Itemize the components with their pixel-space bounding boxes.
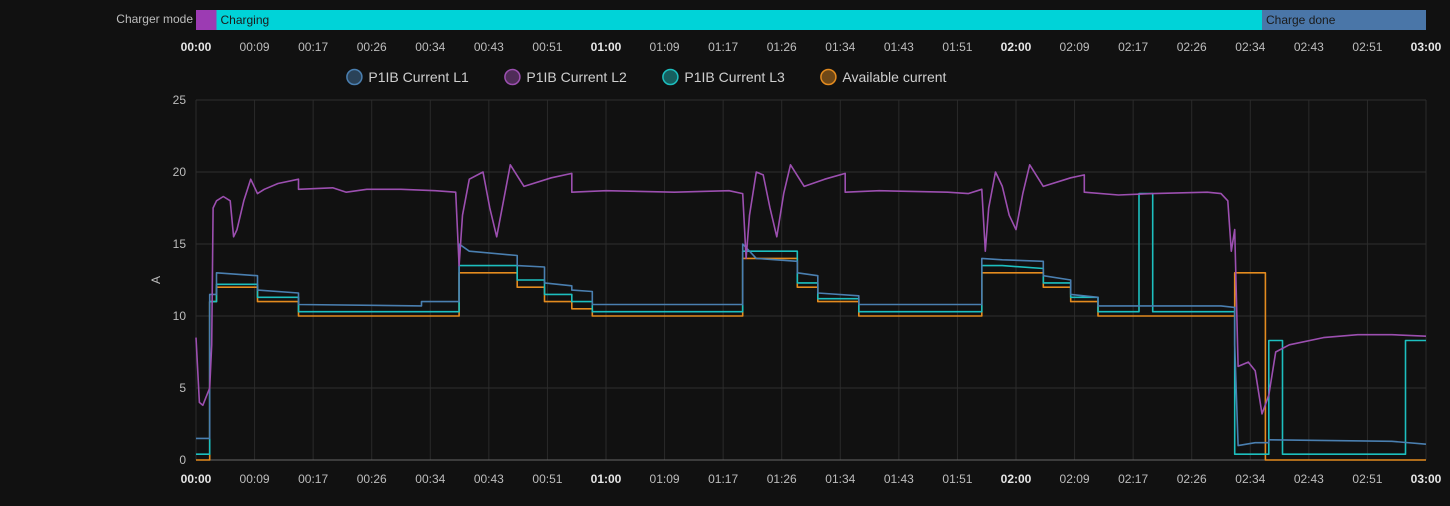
timeline-tick-label: 01:09	[650, 40, 680, 54]
legend-swatch	[662, 68, 679, 86]
x-tick-label: 01:26	[767, 472, 797, 486]
x-tick-label: 02:34	[1235, 472, 1265, 486]
x-tick-label: 01:00	[591, 472, 622, 486]
x-tick-label: 01:17	[708, 472, 738, 486]
legend-label: P1IB Current L1	[368, 69, 469, 85]
timeline-tick-label: 00:51	[532, 40, 562, 54]
x-tick-label: 01:51	[942, 472, 972, 486]
x-tick-label: 00:17	[298, 472, 328, 486]
timeline-segment-label: Charge done	[1266, 13, 1336, 27]
timeline-tick-label: 01:51	[942, 40, 972, 54]
timeline-segment-label: Charging	[221, 13, 270, 27]
timeline-segment-0[interactable]	[196, 10, 217, 30]
timeline-tick-label: 01:00	[591, 40, 622, 54]
x-tick-label: 02:43	[1294, 472, 1324, 486]
legend-item[interactable]: Available current	[820, 68, 947, 86]
x-tick-label: 01:09	[650, 472, 680, 486]
legend-label: P1IB Current L3	[684, 69, 785, 85]
timeline-segment-1[interactable]	[216, 10, 1263, 30]
y-tick-label: 15	[173, 237, 187, 251]
legend-swatch	[820, 68, 837, 86]
y-tick-label: 20	[173, 165, 187, 179]
y-tick-label: 10	[173, 309, 187, 323]
timeline-tick-label: 00:00	[181, 40, 212, 54]
timeline-tick-label: 00:17	[298, 40, 328, 54]
x-tick-label: 01:34	[825, 472, 855, 486]
y-tick-label: 25	[173, 93, 187, 107]
timeline-tick-label: 02:34	[1235, 40, 1265, 54]
charger-mode-timeline: Charger mode Charging Charge done 00:00 00…	[116, 10, 1442, 54]
timeline-tick-label: 02:17	[1118, 40, 1148, 54]
series-line-p1ib-current-l2	[195, 164, 1427, 415]
timeline-tick-label: 01:34	[825, 40, 855, 54]
chart-series	[195, 164, 1427, 461]
y-axis-title: A	[149, 276, 163, 284]
current-chart: P1IB Current L1 P1IB Current L2 P1IB Curre…	[149, 68, 1442, 486]
timeline-segments: Charging Charge done	[196, 10, 1426, 30]
legend-label: P1IB Current L2	[526, 69, 627, 85]
timeline-tick-label: 00:26	[357, 40, 387, 54]
x-tick-label: 00:51	[532, 472, 562, 486]
timeline-tick-label: 02:26	[1177, 40, 1207, 54]
x-tick-label: 00:34	[415, 472, 445, 486]
timeline-tick-label: 01:43	[884, 40, 914, 54]
legend-item[interactable]: P1IB Current L2	[504, 68, 627, 86]
charger-mode-label: Charger mode	[116, 12, 193, 26]
x-tick-label: 03:00	[1411, 472, 1442, 486]
y-tick-label: 5	[179, 381, 186, 395]
timeline-tick-label: 02:43	[1294, 40, 1324, 54]
timeline-tick-label: 01:26	[767, 40, 797, 54]
timeline-tick-label: 01:17	[708, 40, 738, 54]
x-tick-label: 02:00	[1001, 472, 1032, 486]
series-line-p1ib-current-l3	[196, 192, 1426, 455]
legend-swatch	[346, 68, 363, 86]
timeline-tick-label: 00:09	[240, 40, 270, 54]
series-line-p1ib-current-l1	[196, 243, 1427, 447]
timeline-x-ticks: 00:00 00:09 00:17 00:26 00:34 00:43 00:51 01:00…	[181, 40, 1442, 54]
legend-item[interactable]: P1IB Current L3	[662, 68, 785, 86]
y-axis: 0 5 10 15 20 25	[173, 93, 187, 467]
x-tick-label: 01:43	[884, 472, 914, 486]
timeline-tick-label: 02:51	[1352, 40, 1382, 54]
x-tick-label: 02:09	[1060, 472, 1090, 486]
legend-label: Available current	[842, 69, 946, 85]
x-tick-label: 00:00	[181, 472, 212, 486]
x-tick-label: 00:26	[357, 472, 387, 486]
x-tick-label: 02:17	[1118, 472, 1148, 486]
x-tick-label: 02:26	[1177, 472, 1207, 486]
y-tick-label: 0	[179, 453, 186, 467]
x-axis: 00:00 00:09 00:17 00:26 00:34 00:43 00:51 01:00…	[181, 472, 1442, 486]
chart-legend: P1IB Current L1 P1IB Current L2 P1IB Curre…	[346, 68, 947, 86]
series-line-available-current	[196, 257, 1426, 461]
timeline-tick-label: 02:00	[1001, 40, 1032, 54]
chart-grid	[195, 99, 1427, 461]
x-tick-label: 00:09	[240, 472, 270, 486]
x-tick-label: 00:43	[474, 472, 504, 486]
timeline-tick-label: 03:00	[1411, 40, 1442, 54]
timeline-tick-label: 00:43	[474, 40, 504, 54]
legend-item[interactable]: P1IB Current L1	[346, 68, 469, 86]
timeline-tick-label: 02:09	[1060, 40, 1090, 54]
legend-swatch	[504, 68, 521, 86]
timeline-tick-label: 00:34	[415, 40, 445, 54]
x-tick-label: 02:51	[1352, 472, 1382, 486]
